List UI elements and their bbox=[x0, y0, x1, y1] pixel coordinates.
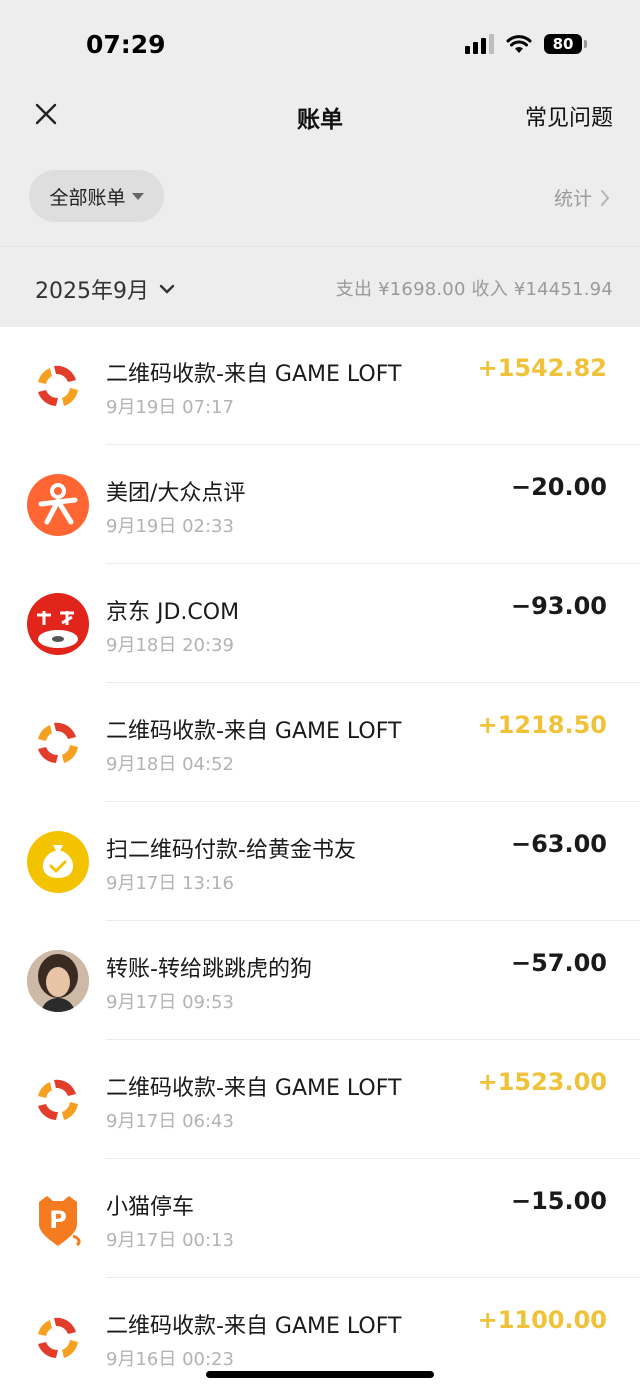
transaction-name: 二维码收款-来自 GAME LOFT bbox=[106, 1314, 402, 1339]
transaction-row[interactable]: 二维码收款-来自 GAME LOFT 9月17日 06:43 +1523.00 bbox=[0, 1040, 640, 1159]
chevron-down-icon bbox=[159, 284, 175, 294]
transaction-name: 京东 JD.COM bbox=[106, 600, 240, 625]
month-summary: 支出 ¥1698.00 收入 ¥14451.94 bbox=[335, 279, 613, 300]
transaction-amount: +1218.50 bbox=[477, 711, 607, 739]
battery-icon: 80 bbox=[544, 34, 587, 54]
transaction-time: 9月17日 13:16 bbox=[106, 873, 234, 894]
transaction-row[interactable]: 美团/大众点评 9月19日 02:33 −20.00 bbox=[0, 445, 640, 564]
user-avatar bbox=[27, 950, 89, 1012]
transaction-time: 9月16日 00:23 bbox=[106, 1349, 234, 1370]
transaction-name: 扫二维码付款-给黄金书友 bbox=[106, 838, 356, 863]
transaction-name: 二维码收款-来自 GAME LOFT bbox=[106, 362, 402, 387]
home-indicator[interactable] bbox=[206, 1371, 434, 1378]
month-bar: 2025年9月 支出 ¥1698.00 收入 ¥14451.94 bbox=[0, 246, 640, 327]
dianping-logo-icon bbox=[27, 474, 89, 536]
transaction-time: 9月17日 06:43 bbox=[106, 1111, 234, 1132]
caret-down-icon bbox=[131, 192, 144, 200]
transaction-row[interactable]: 扫二维码付款-给黄金书友 9月17日 13:16 −63.00 bbox=[0, 802, 640, 921]
wifi-icon bbox=[506, 35, 532, 53]
transaction-time: 9月17日 00:13 bbox=[106, 1230, 234, 1251]
transaction-amount: −20.00 bbox=[510, 473, 607, 501]
transaction-amount: +1100.00 bbox=[477, 1306, 607, 1334]
svg-text:P: P bbox=[49, 1206, 67, 1234]
transaction-name: 二维码收款-来自 GAME LOFT bbox=[106, 1076, 402, 1101]
transaction-row[interactable]: P 小猫停车 9月17日 00:13 −15.00 bbox=[0, 1159, 640, 1278]
game-loft-logo-icon bbox=[27, 1307, 89, 1369]
transaction-amount: −93.00 bbox=[510, 592, 607, 620]
transaction-row[interactable]: 二维码收款-来自 GAME LOFT 9月16日 00:23 +1100.00 bbox=[0, 1278, 640, 1397]
game-loft-logo-icon bbox=[27, 355, 89, 417]
chevron-right-icon bbox=[601, 189, 610, 206]
transaction-row[interactable]: 二维码收款-来自 GAME LOFT 9月18日 04:52 +1218.50 bbox=[0, 683, 640, 802]
transaction-row[interactable]: 京东 JD.COM 9月18日 20:39 −93.00 bbox=[0, 564, 640, 683]
transaction-time: 9月18日 04:52 bbox=[106, 754, 234, 775]
transaction-amount: −63.00 bbox=[510, 830, 607, 858]
transaction-amount: −57.00 bbox=[510, 949, 607, 977]
transaction-amount: +1542.82 bbox=[477, 354, 607, 382]
game-loft-logo-icon bbox=[27, 712, 89, 774]
month-selector[interactable]: 2025年9月 bbox=[35, 273, 175, 305]
faq-link[interactable]: 常见问题 bbox=[525, 100, 613, 132]
transaction-time: 9月17日 09:53 bbox=[106, 992, 234, 1013]
transaction-name: 转账-转给跳跳虎的狗 bbox=[106, 957, 312, 982]
transaction-row[interactable]: 转账-转给跳跳虎的狗 9月17日 09:53 −57.00 bbox=[0, 921, 640, 1040]
parking-cat-logo-icon: P bbox=[27, 1188, 89, 1250]
transaction-name: 小猫停车 bbox=[106, 1195, 195, 1220]
transaction-name: 美团/大众点评 bbox=[106, 481, 246, 506]
transaction-time: 9月19日 07:17 bbox=[106, 397, 234, 418]
filter-label: 全部账单 bbox=[49, 186, 126, 209]
transaction-time: 9月18日 20:39 bbox=[106, 635, 234, 656]
status-time: 07:29 bbox=[86, 30, 166, 59]
money-bag-icon bbox=[27, 831, 89, 893]
transaction-time: 9月19日 02:33 bbox=[106, 516, 234, 537]
signal-icon bbox=[465, 34, 494, 54]
status-icons: 80 bbox=[465, 34, 587, 54]
stats-link[interactable]: 统计 bbox=[554, 184, 610, 211]
stats-label: 统计 bbox=[553, 188, 592, 210]
transaction-amount: −15.00 bbox=[510, 1187, 607, 1215]
jd-logo-icon bbox=[27, 593, 89, 655]
game-loft-logo-icon bbox=[27, 1069, 89, 1131]
bill-filter-dropdown[interactable]: 全部账单 bbox=[29, 170, 164, 222]
transaction-row[interactable]: 二维码收款-来自 GAME LOFT 9月19日 07:17 +1542.82 bbox=[0, 326, 640, 445]
transaction-name: 二维码收款-来自 GAME LOFT bbox=[106, 719, 402, 744]
transaction-list: 二维码收款-来自 GAME LOFT 9月19日 07:17 +1542.82 … bbox=[0, 326, 640, 1397]
transaction-amount: +1523.00 bbox=[477, 1068, 607, 1096]
month-label: 2025年9月 bbox=[35, 279, 149, 304]
